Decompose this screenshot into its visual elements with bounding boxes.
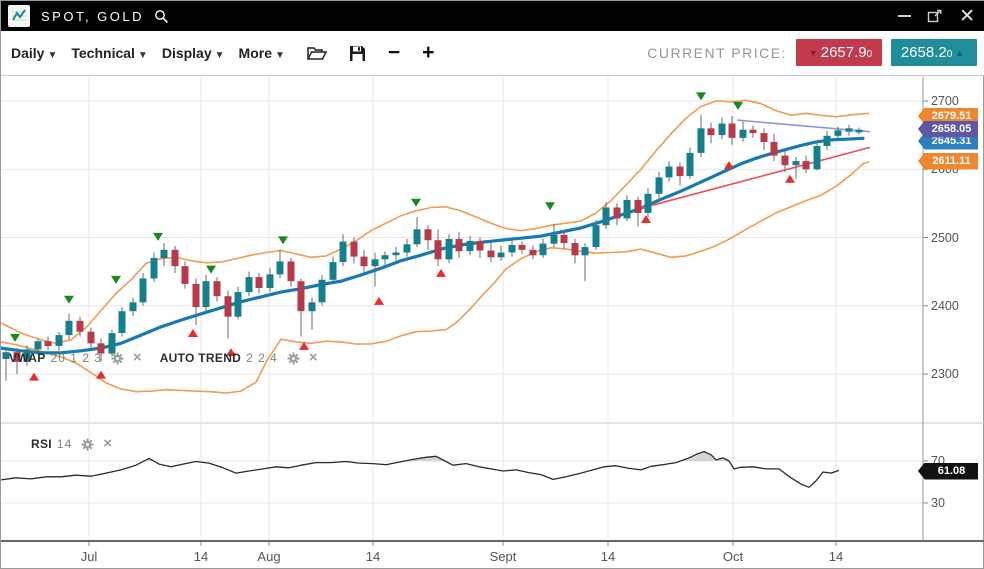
vwap-remove-icon[interactable]: × — [133, 352, 142, 364]
price-axis-tick-label: 2400 — [931, 299, 959, 313]
rsi-remove-icon[interactable]: × — [103, 438, 112, 450]
price-tag: 2658.05 — [918, 121, 978, 138]
time-axis-tick-label: Oct — [723, 549, 743, 564]
rsi-value-tag: 61.08 — [918, 463, 978, 480]
time-axis-tick-label: 14 — [601, 549, 615, 564]
trading-app-window: { "window": { "title": "SPOT, GOLD" }, "… — [0, 0, 984, 569]
price-chart-canvas — [1, 1, 984, 569]
price-tag: 2611.11 — [918, 153, 978, 170]
autotrend-settings-gear-icon[interactable] — [287, 352, 300, 365]
rsi-legend-row: RSI 14 × — [31, 437, 112, 451]
time-axis-tick-label: 14 — [829, 549, 843, 564]
time-axis-tick-label: 14 — [194, 549, 208, 564]
time-axis-tick-label: Sept — [490, 549, 517, 564]
rsi-legend-label: RSI — [31, 437, 52, 451]
rsi-settings-gear-icon[interactable] — [81, 438, 94, 451]
price-axis-tick-label: 2500 — [931, 231, 959, 245]
time-axis-tick-label: Jul — [81, 549, 98, 564]
indicator-legend-row: VWAP 20 1 2 3 × AUTO TREND 2 2 4 × — [9, 351, 318, 365]
price-axis-tick-label: 2300 — [931, 367, 959, 381]
time-axis-tick-label: 14 — [366, 549, 380, 564]
vwap-legend-label: VWAP — [9, 351, 46, 365]
time-axis-tick-label: Aug — [257, 549, 280, 564]
autotrend-legend-label: AUTO TREND — [160, 351, 241, 365]
rsi-axis-tick-label: 30 — [931, 496, 945, 510]
price-axis-tick-label: 2700 — [931, 94, 959, 108]
autotrend-remove-icon[interactable]: × — [309, 352, 318, 364]
vwap-settings-gear-icon[interactable] — [111, 352, 124, 365]
